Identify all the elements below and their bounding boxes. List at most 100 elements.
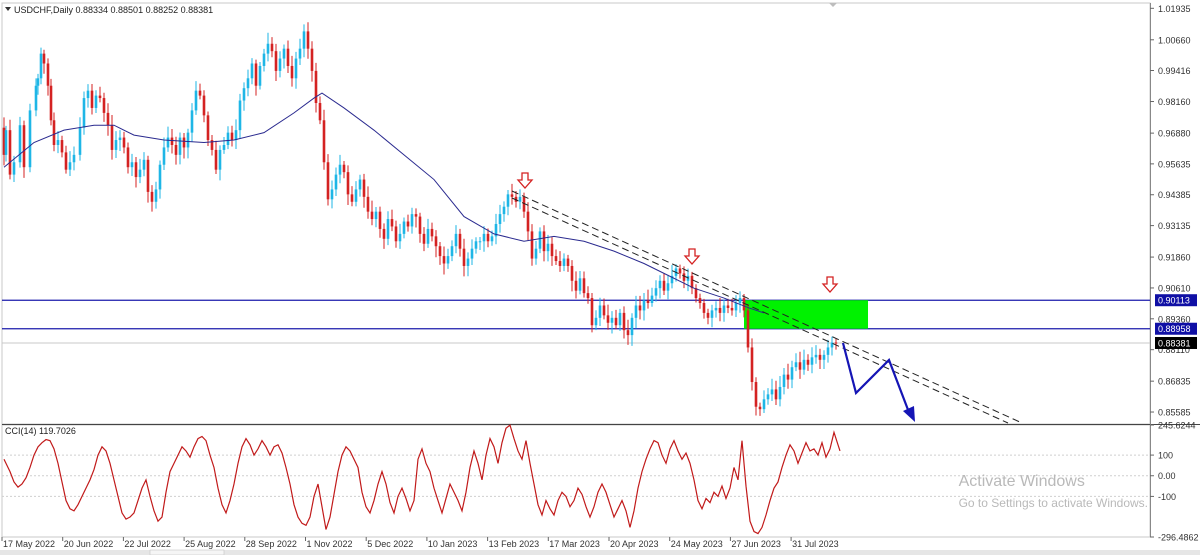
candle-body (462, 248, 466, 266)
candle-body (378, 211, 382, 229)
candle-body (834, 342, 838, 344)
candle-body (582, 278, 586, 294)
candle-body (146, 159, 150, 192)
date-tick-label: 10 Jan 2023 (428, 539, 478, 549)
candle-body (418, 216, 422, 234)
candle-body (106, 112, 110, 126)
candle-body (814, 354, 818, 358)
main-pane-frame (1, 2, 1151, 425)
date-tick-label: 24 May 2023 (671, 539, 723, 549)
candle-body (434, 236, 438, 247)
candle-body (338, 164, 342, 175)
candle-body (68, 162, 72, 170)
candle-body (194, 90, 198, 111)
candle-body (530, 231, 534, 259)
candle-body (90, 90, 94, 108)
candle-body (478, 241, 482, 243)
cci-tick-label: 245.6244 (1158, 421, 1196, 431)
candle-body (570, 265, 574, 281)
candle-body (234, 130, 238, 141)
candle-body (42, 53, 46, 64)
candle-body (718, 307, 722, 313)
candle-body (398, 233, 402, 242)
candle-body (60, 140, 64, 153)
candle-body (150, 191, 154, 202)
candle-body (634, 305, 638, 318)
candle-body (722, 305, 726, 313)
candle-body (446, 256, 450, 264)
date-tick-label: 25 Aug 2022 (185, 539, 236, 549)
candle-body (274, 51, 278, 71)
candle-body (72, 154, 76, 163)
candle-body (662, 280, 666, 291)
candle-body (402, 221, 406, 234)
candle-body (822, 354, 826, 360)
candle-body (654, 288, 658, 296)
candle-body (562, 258, 566, 266)
candle-body (658, 280, 662, 289)
candle-body (594, 317, 598, 326)
cci-tick-label: 0.00 (1158, 471, 1176, 481)
candle-body (458, 233, 462, 249)
candle-body (786, 374, 790, 380)
price-tick-label: 0.99416 (1158, 66, 1191, 76)
candle-body (134, 162, 138, 178)
candle-body (370, 211, 374, 220)
chart-root: 1.01935 1.00660 0.99416 0.98160 0.96880 0.956… (0, 0, 1200, 556)
candle-body (566, 258, 570, 266)
candle-body (542, 231, 546, 252)
candle-body (510, 194, 514, 197)
candle-body (98, 95, 102, 99)
candle-body (778, 386, 782, 400)
candle-body (278, 58, 282, 71)
candle-body (646, 300, 650, 304)
candle-body (454, 233, 458, 247)
candle-body (326, 162, 330, 200)
candle-body (102, 98, 106, 113)
candle-body (546, 243, 550, 252)
chart-header-text: USDCHF,Daily 0.88334 0.88501 0.88252 0.8… (14, 5, 213, 15)
candle-body (682, 273, 686, 281)
candle-body (206, 115, 210, 141)
candle-body (666, 283, 670, 291)
price-tick-label: 0.96880 (1158, 129, 1191, 139)
cci-label: CCI(14) 119.7026 (5, 426, 76, 436)
cci-tick-label: -296.4862 (1158, 533, 1199, 543)
candle-body (702, 303, 706, 313)
cci-tick-label: -100 (1158, 492, 1176, 502)
candle-body (322, 120, 326, 163)
candle-body (354, 189, 358, 202)
candle-body (602, 305, 606, 316)
candle-body (794, 362, 798, 368)
candle-body (638, 305, 642, 311)
candle-body (810, 357, 814, 365)
candle-body (618, 312, 622, 326)
candle-body (18, 125, 22, 163)
candle-body (422, 233, 426, 244)
candle-body (506, 194, 510, 207)
candle-body (82, 98, 86, 128)
candle-body (162, 147, 166, 165)
price-tick-label: 0.93135 (1158, 221, 1191, 231)
candle-body (782, 374, 786, 387)
candle-body (262, 53, 266, 66)
candle-body (114, 140, 118, 150)
candle-body (438, 246, 442, 257)
candle-body (358, 179, 362, 190)
watermark-subtitle: Go to Settings to activate Windows. (958, 496, 1148, 510)
candle-body (486, 233, 490, 242)
candle-body (174, 144, 178, 155)
candle-body (214, 149, 218, 170)
price-tick-label: 0.95635 (1158, 159, 1191, 169)
candle-body (466, 258, 470, 266)
chart-tab (149, 549, 225, 556)
candle-body (386, 219, 390, 239)
level-label-1: 0.88958 (1158, 324, 1191, 334)
date-tick-label: 17 Mar 2023 (549, 539, 600, 549)
chart-canvas: 1.01935 1.00660 0.99416 0.98160 0.96880 0.956… (0, 2, 1200, 556)
candle-body (706, 312, 710, 318)
candle-body (198, 90, 202, 96)
candle-body (710, 310, 714, 318)
date-tick-label: 17 May 2022 (3, 539, 55, 549)
candle-body (642, 300, 646, 311)
